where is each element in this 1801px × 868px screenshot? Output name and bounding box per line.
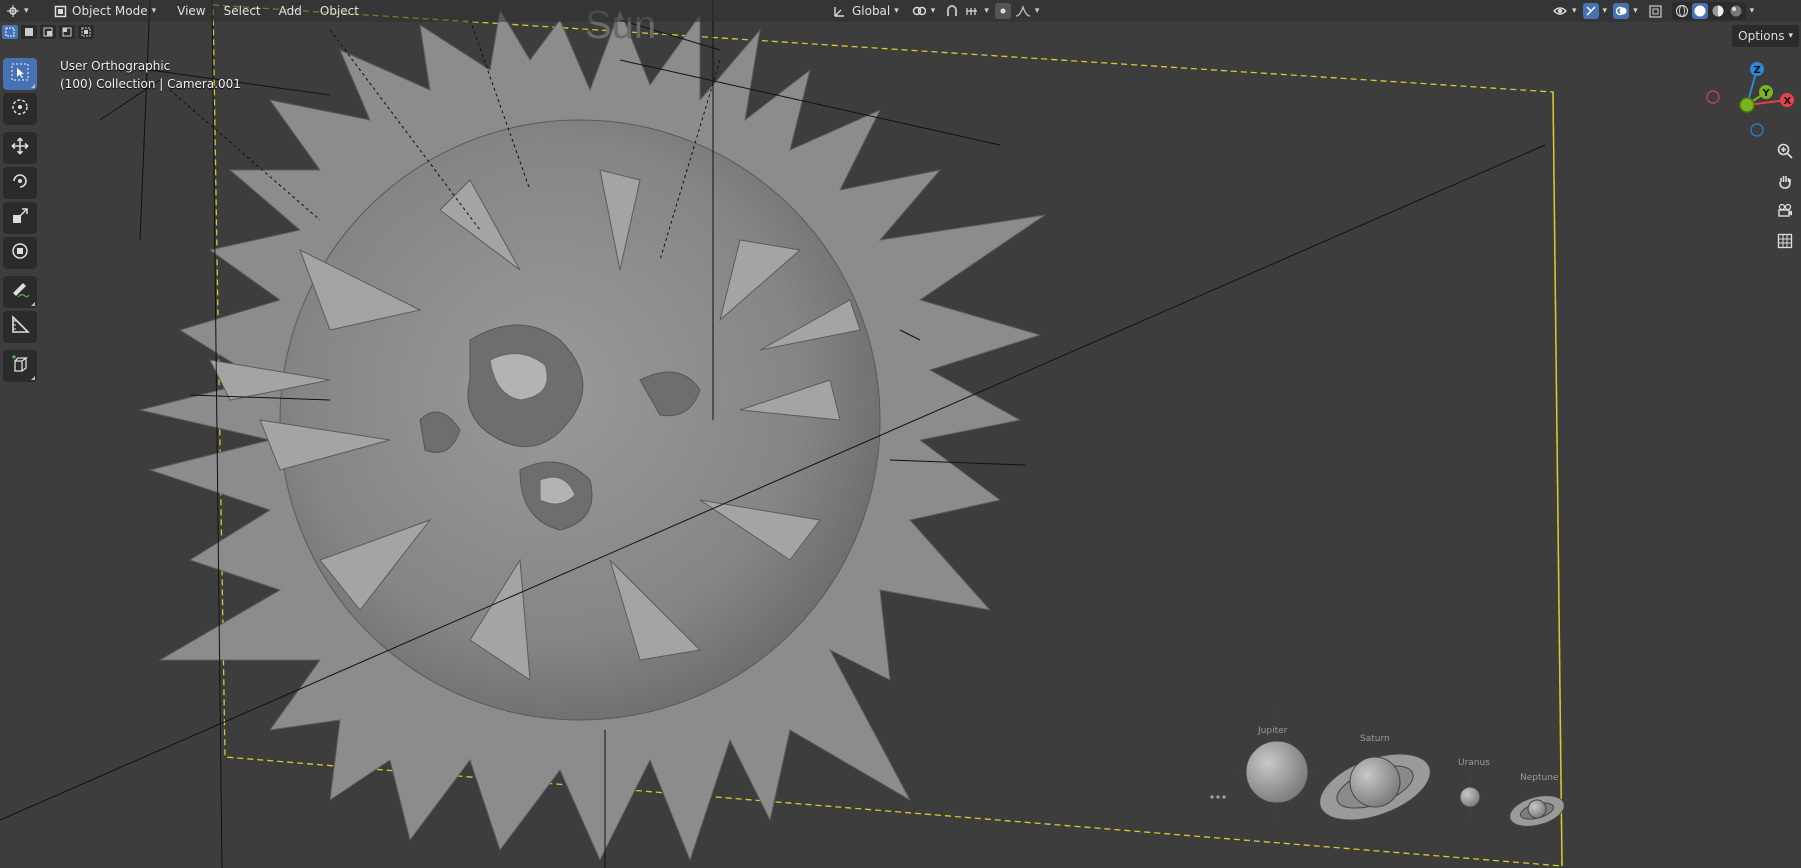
select-new-icon[interactable] bbox=[2, 25, 18, 39]
tool-transform[interactable] bbox=[3, 237, 37, 269]
selection-mode-group bbox=[2, 25, 94, 39]
options-label: Options bbox=[1738, 29, 1785, 43]
snap-toggle[interactable]: ▾ bbox=[941, 1, 992, 21]
orientation-icon bbox=[832, 3, 848, 19]
view-name: User Orthographic bbox=[60, 59, 171, 73]
chevron-down-icon: ▾ bbox=[151, 6, 157, 16]
editor-type-icon bbox=[6, 3, 20, 19]
annotate-icon bbox=[10, 280, 30, 304]
chevron-down-icon: ▾ bbox=[1034, 6, 1040, 16]
gizmo-neg-y[interactable] bbox=[1739, 97, 1755, 113]
cursor-icon bbox=[10, 97, 30, 121]
menu-view[interactable]: View bbox=[168, 4, 214, 18]
mode-dropdown[interactable]: Object Mode ▾ bbox=[46, 1, 162, 21]
collection-info: (100) Collection | Camera.001 bbox=[60, 77, 241, 91]
transform-icon bbox=[10, 241, 30, 265]
pivot-icon bbox=[911, 3, 927, 19]
editor-type-button[interactable]: ▾ bbox=[0, 1, 34, 21]
chevron-down-icon[interactable]: ▾ bbox=[1750, 6, 1755, 16]
gizmo-icon bbox=[1582, 3, 1599, 19]
planet-label-saturn: Saturn bbox=[1360, 734, 1390, 744]
move-icon bbox=[10, 136, 30, 160]
camera-view-button[interactable] bbox=[1772, 200, 1798, 226]
gizmo-neg-z[interactable] bbox=[1750, 123, 1764, 137]
ortho-grid-icon bbox=[1777, 233, 1793, 253]
menu-select[interactable]: Select bbox=[215, 4, 270, 18]
pan-button[interactable] bbox=[1772, 170, 1798, 196]
pivot-dropdown[interactable]: ▾ bbox=[905, 1, 942, 21]
mode-label: Object Mode bbox=[72, 4, 148, 18]
camera-edge bbox=[1552, 91, 1563, 867]
proportional-edit-toggle[interactable]: ▾ bbox=[992, 1, 1043, 21]
visibility-icon bbox=[1552, 3, 1568, 19]
planet-label-jupiter: Jupiter bbox=[1258, 726, 1288, 736]
chevron-down-icon: ▾ bbox=[1602, 6, 1608, 16]
menu-object[interactable]: Object bbox=[311, 4, 368, 18]
rotate-icon bbox=[10, 171, 30, 195]
select-extend-icon[interactable] bbox=[21, 25, 37, 39]
gizmo-y-label: Y bbox=[1762, 88, 1771, 99]
tool-add-cube[interactable] bbox=[3, 350, 37, 382]
tool-select-box[interactable] bbox=[3, 58, 37, 90]
add-cube-icon bbox=[10, 354, 30, 378]
orientation-dropdown[interactable]: Global ▾ bbox=[826, 1, 905, 21]
spiky-sun bbox=[139, 8, 1046, 862]
xray-icon[interactable] bbox=[1648, 3, 1664, 19]
planet-label-neptune: Neptune bbox=[1520, 773, 1559, 783]
select-box-icon bbox=[10, 62, 30, 86]
proportional-icon bbox=[994, 3, 1011, 19]
tool-measure[interactable] bbox=[3, 311, 37, 343]
viewport-info: User Orthographic (100) Collection | Cam… bbox=[60, 57, 241, 93]
overlay-toggle[interactable]: ▾ bbox=[1611, 1, 1640, 21]
chevron-down-icon: ▾ bbox=[984, 6, 989, 16]
ortho-toggle-button[interactable] bbox=[1772, 230, 1798, 256]
gizmo-neg-x[interactable] bbox=[1706, 90, 1720, 104]
select-intersect-icon[interactable] bbox=[78, 25, 94, 39]
wireframe-icon[interactable] bbox=[1674, 3, 1690, 19]
viewport-header: ▾ Object Mode ▾ View Select Add Object G… bbox=[0, 0, 1801, 22]
options-dropdown[interactable]: Options ▾ bbox=[1732, 25, 1799, 47]
tool-scale[interactable] bbox=[3, 202, 37, 234]
chevron-down-icon: ▾ bbox=[1788, 31, 1793, 41]
chevron-down-icon: ▾ bbox=[894, 6, 899, 16]
chevron-down-icon: ▾ bbox=[1633, 6, 1638, 16]
tool-shelf bbox=[3, 58, 39, 385]
tool-rotate[interactable] bbox=[3, 167, 37, 199]
snap-target-icon bbox=[964, 3, 980, 19]
solid-icon[interactable] bbox=[1691, 3, 1708, 19]
gizmo-x-label: X bbox=[1784, 96, 1792, 107]
overlay-icon bbox=[1613, 3, 1630, 19]
scene-render: Sun bbox=[0, 0, 1565, 868]
3d-viewport[interactable]: Sun Jupiter Saturn Uranus Neptune ▾ Obje… bbox=[0, 0, 1801, 868]
measure-icon bbox=[10, 315, 30, 339]
pan-icon bbox=[1777, 173, 1793, 193]
gizmo-toggle[interactable]: ▾ bbox=[1581, 1, 1610, 21]
navigation-gizmo[interactable]: Z Y X bbox=[1703, 56, 1799, 140]
tool-annotate[interactable] bbox=[3, 276, 37, 308]
chevron-down-icon: ▾ bbox=[930, 6, 936, 16]
planet-label-uranus: Uranus bbox=[1458, 758, 1490, 768]
menu-add[interactable]: Add bbox=[270, 4, 311, 18]
camera-view-icon bbox=[1777, 203, 1793, 223]
select-subtract-icon[interactable] bbox=[40, 25, 56, 39]
rendered-icon[interactable] bbox=[1728, 3, 1744, 19]
visibility-dropdown[interactable]: ▾ bbox=[1550, 1, 1579, 21]
chevron-down-icon: ▾ bbox=[24, 6, 29, 16]
tool-cursor[interactable] bbox=[3, 93, 37, 125]
material-icon[interactable] bbox=[1710, 3, 1726, 19]
falloff-icon bbox=[1015, 3, 1031, 19]
tool-move[interactable] bbox=[3, 132, 37, 164]
chevron-down-icon: ▾ bbox=[1572, 6, 1577, 16]
scale-icon bbox=[10, 206, 30, 230]
snap-icon bbox=[944, 3, 960, 19]
zoom-icon bbox=[1777, 143, 1793, 163]
object-mode-icon bbox=[52, 3, 68, 19]
gizmo-z-label: Z bbox=[1754, 65, 1761, 76]
orientation-label: Global bbox=[851, 4, 891, 18]
select-invert-icon[interactable] bbox=[59, 25, 75, 39]
zoom-button[interactable] bbox=[1772, 140, 1798, 166]
